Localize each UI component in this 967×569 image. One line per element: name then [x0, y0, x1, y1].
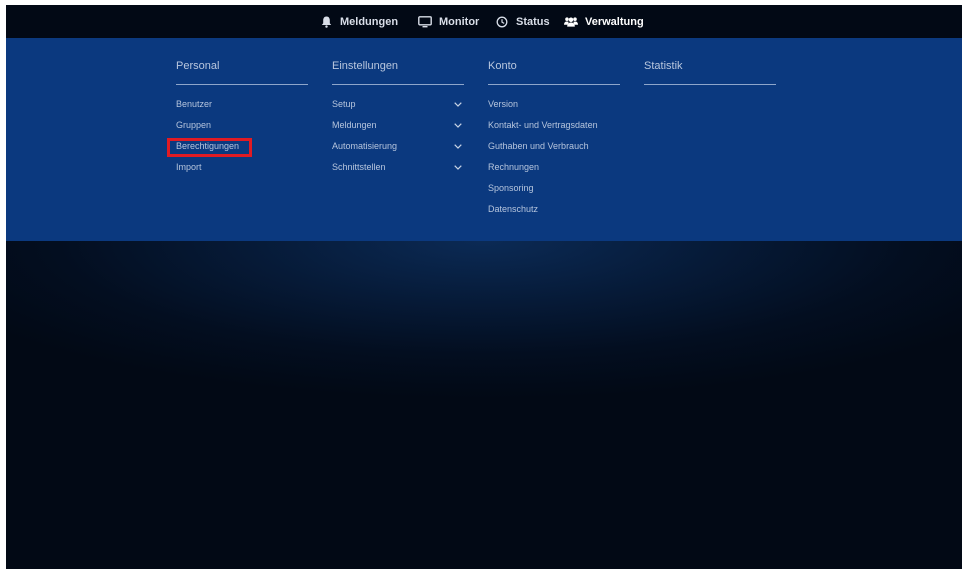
column-divider	[176, 84, 308, 85]
menu-item-rechnungen[interactable]: Rechnungen	[488, 159, 620, 175]
menu-item-gruppen[interactable]: Gruppen	[176, 117, 308, 133]
monitor-icon	[418, 15, 432, 29]
nav-status[interactable]: Status	[495, 5, 550, 38]
column-divider	[644, 84, 776, 85]
chevron-down-icon[interactable]	[454, 159, 462, 175]
menu-item-benutzer[interactable]: Benutzer	[176, 96, 308, 112]
bell-icon	[319, 15, 333, 29]
background-glow	[6, 241, 962, 569]
nav-monitor[interactable]: Monitor	[418, 5, 479, 38]
app-window: Meldungen Monitor Status Verwaltung Pers…	[6, 5, 962, 569]
nav-label: Verwaltung	[585, 15, 644, 28]
menu-item-berechtigungen[interactable]: Berechtigungen	[176, 138, 308, 154]
menu-item-meldungen[interactable]: Meldungen	[332, 117, 464, 133]
menu-item-schnittstellen[interactable]: Schnittstellen	[332, 159, 464, 175]
menu-item-label: Schnittstellen	[332, 162, 386, 172]
nav-label: Status	[516, 15, 550, 28]
menu-item-datenschutz[interactable]: Datenschutz	[488, 201, 620, 217]
menu-item-version[interactable]: Version	[488, 96, 620, 112]
menu-item-label: Meldungen	[332, 120, 377, 130]
menu-item-automatisierung[interactable]: Automatisierung	[332, 138, 464, 154]
column-divider	[488, 84, 620, 85]
menu-item-label: Automatisierung	[332, 141, 398, 151]
menu-item-guthaben-verbrauch[interactable]: Guthaben und Verbrauch	[488, 138, 620, 154]
column-title: Einstellungen	[332, 60, 399, 72]
nav-label: Monitor	[439, 15, 480, 28]
menu-item-import[interactable]: Import	[176, 159, 308, 175]
menu-item-sponsoring[interactable]: Sponsoring	[488, 180, 620, 196]
column-title: Konto	[488, 60, 517, 72]
users-icon	[564, 15, 578, 29]
menu-item-label: Setup	[332, 99, 356, 109]
nav-verwaltung[interactable]: Verwaltung	[564, 5, 644, 38]
column-divider	[332, 84, 464, 85]
menu-item-kontakt-vertragsdaten[interactable]: Kontakt- und Vertragsdaten	[488, 117, 620, 133]
clock-icon	[495, 15, 509, 29]
top-navigation: Meldungen Monitor Status Verwaltung	[6, 5, 962, 38]
menu-item-setup[interactable]: Setup	[332, 96, 464, 112]
column-title: Personal	[176, 60, 220, 72]
verwaltung-mega-menu: Personal Benutzer Gruppen Berechtigungen…	[6, 38, 962, 241]
column-title[interactable]: Statistik	[644, 60, 683, 72]
nav-label: Meldungen	[340, 15, 399, 28]
chevron-down-icon[interactable]	[454, 117, 462, 133]
chevron-down-icon[interactable]	[454, 96, 462, 112]
nav-meldungen[interactable]: Meldungen	[319, 5, 398, 38]
chevron-down-icon[interactable]	[454, 138, 462, 154]
